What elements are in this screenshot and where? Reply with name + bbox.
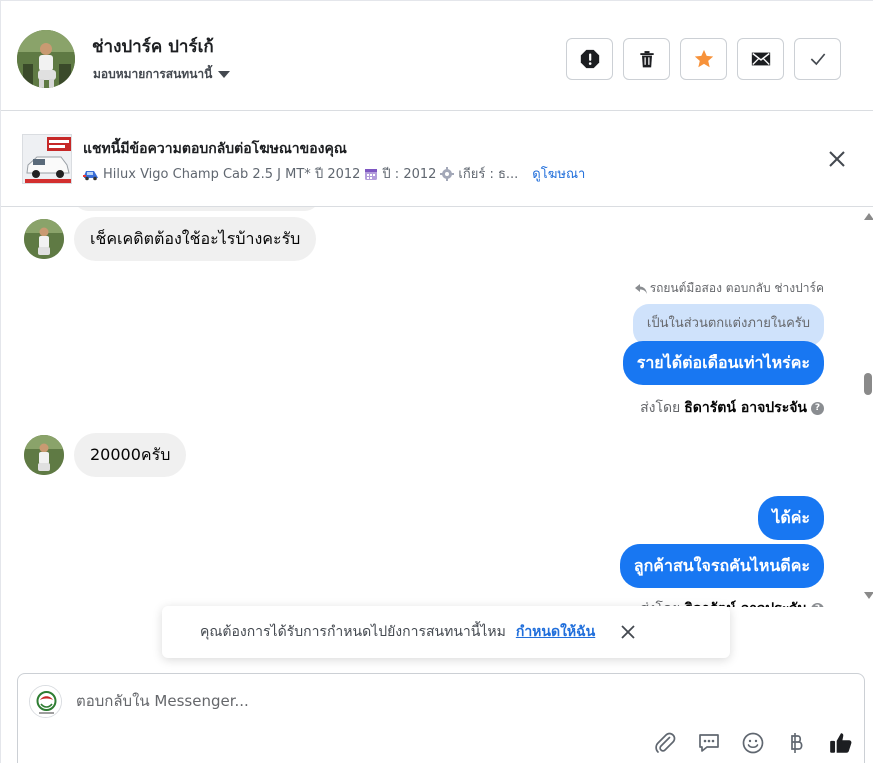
message-bubble-incoming[interactable]: เช็คเคดิตต้องใช้อะไรบ้างคะรับ [74,217,317,261]
mark-spam-button[interactable] [566,38,613,80]
help-icon[interactable]: ? [811,401,824,415]
baht-icon [791,733,803,753]
page-avatar [29,685,62,718]
message-bubble-outgoing[interactable]: รายได้ต่อเดือนเท่าไหร่คะ [622,341,824,385]
like-button[interactable] [828,730,854,756]
attach-button[interactable] [652,730,678,756]
reply-composer [17,673,865,763]
conversation-header: ช่างปาร์ค ปาร์เก้ มอบหมายการสนทนานี้ [1,1,873,111]
message-bubble-outgoing[interactable]: ลูกค้าสนใจรถคันไหนดีคะ [619,544,824,588]
close-icon [621,625,635,639]
contact-avatar[interactable] [17,30,75,88]
message-row-incoming: 20000ครับ [24,433,187,477]
mark-unread-button[interactable] [737,38,784,80]
scroll-up-arrow-icon[interactable] [864,213,873,220]
previous-message-bubble [74,207,319,211]
message-bubble-outgoing[interactable]: ได้ค่ะ [758,496,824,540]
assign-label: มอบหมายการสนทนานี้ [93,67,213,81]
contact-avatar-small[interactable] [24,219,64,259]
emoji-icon [742,732,764,754]
saved-replies-button[interactable] [696,730,722,756]
assign-to-me-link[interactable]: กำหนดให้ฉัน [516,621,595,643]
calendar-emoji-icon [365,168,378,180]
ad-vehicle-text: Hilux Vigo Champ Cab 2.5 J MT* ปี 2012 [103,167,361,182]
view-ad-link[interactable]: ดูโฆษณา [532,163,585,184]
sender-name: ธิดารัตน์ อาจประจัน [684,400,807,416]
paperclip-icon [655,732,676,753]
close-banner-button[interactable] [825,147,849,171]
scroll-down-arrow-icon[interactable] [864,592,873,599]
message-input[interactable] [76,689,776,713]
reply-context-note: รถยนต์มือสอง ตอบกลับ ช่างปาร์ค [634,279,824,298]
message-thread[interactable]: เช็คเคดิตต้องใช้อะไรบ้างคะรับ รถยนต์มือส… [1,207,859,607]
star-icon [694,49,713,68]
delete-button[interactable] [623,38,670,80]
ad-reply-banner: แชทนี้มีข้อความตอบกลับต่อโฆษณาของคุณ Hil… [1,112,873,207]
conversation-actions [566,38,841,80]
reply-arrow-icon [634,283,647,294]
close-icon [829,151,845,167]
thread-scrollbar[interactable] [860,207,873,607]
emoji-button[interactable] [740,730,766,756]
reply-context-text: รถยนต์มือสอง ตอบกลับ ช่างปาร์ค [649,281,824,295]
help-icon[interactable]: ? [811,602,824,607]
checkmark-icon [810,53,825,66]
sent-by-label: ส่งโดย [640,400,681,416]
alert-octagon-icon [580,49,599,69]
contact-avatar-small[interactable] [24,435,64,475]
message-row-incoming: เช็คเคดิตต้องใช้อะไรบ้างคะรับ [24,217,317,261]
quoted-message-bubble[interactable]: เป็นในส่วนตกแต่งภายในครับ [632,304,824,346]
message-bubble-incoming[interactable]: 20000ครับ [74,433,187,477]
caret-down-icon [218,71,231,78]
dismiss-toast-button[interactable] [619,623,637,641]
ad-banner-subtitle: Hilux Vigo Champ Cab 2.5 J MT* ปี 2012 ป… [83,163,585,184]
mark-done-button[interactable] [794,38,841,80]
assign-prompt-text: คุณต้องการได้รับการกำหนดไปยังการสนทนานี้… [200,624,506,640]
scroll-thumb[interactable] [864,373,872,395]
car-emoji-icon [83,170,98,180]
envelope-icon [751,52,770,66]
messenger-conversation: ช่างปาร์ค ปาร์เก้ มอบหมายการสนทนานี้ แชท… [0,0,873,763]
ad-thumbnail[interactable] [22,134,72,184]
trash-icon [639,51,654,68]
assign-conversation-dropdown[interactable]: มอบหมายการสนทนานี้ [93,65,231,84]
star-button[interactable] [680,38,727,80]
assign-prompt-toast: คุณต้องการได้รับการกำหนดไปยังการสนทนานี้… [162,606,730,658]
payment-button[interactable] [784,730,810,756]
contact-name[interactable]: ช่างปาร์ค ปาร์เก้ [92,33,214,60]
saved-reply-icon [699,734,719,752]
ad-gear-text: เกียร์ : ธ... [458,167,519,182]
sent-by-info: ส่งโดย ธิดารัตน์ อาจประจัน ? [640,397,824,419]
gear-emoji-icon [440,166,455,181]
ad-banner-title: แชทนี้มีข้อความตอบกลับต่อโฆษณาของคุณ [83,141,347,157]
thumbs-up-icon [830,733,852,753]
ad-year-text: ปี : 2012 [382,167,437,182]
composer-toolbar [652,730,854,756]
